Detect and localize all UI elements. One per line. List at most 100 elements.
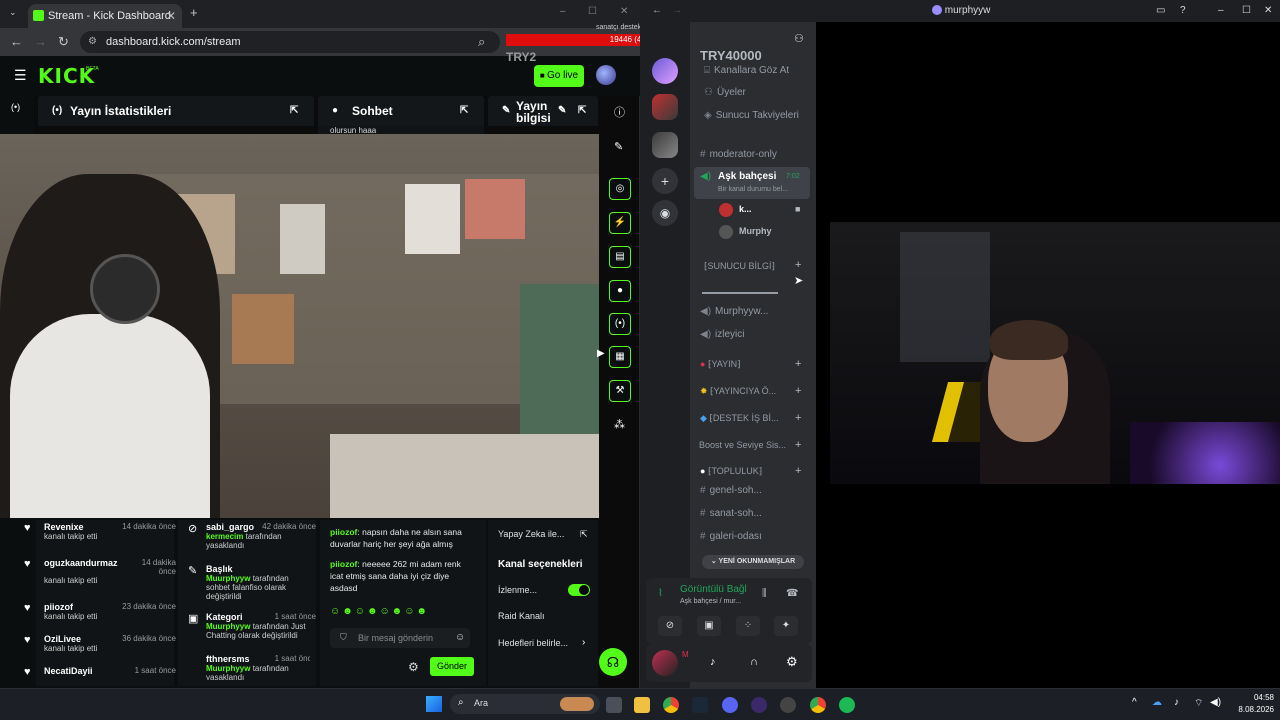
pencil-icon[interactable]: ✎ [614, 140, 623, 153]
chat-user[interactable]: piiozof [330, 559, 357, 569]
category-yayin[interactable]: ● ⁅YAYIN⁆ [700, 359, 741, 370]
add-channel-icon[interactable]: + [795, 412, 801, 424]
chrome-icon[interactable] [810, 697, 826, 713]
layout-button[interactable]: ▦ [609, 346, 631, 368]
steam-icon[interactable] [692, 697, 708, 713]
camera-off-button[interactable]: ⊘ [658, 616, 682, 636]
add-server-button[interactable]: + [652, 168, 678, 194]
system-clock[interactable]: 04:58 8.08.2026 [1230, 692, 1274, 716]
server-icon[interactable] [652, 58, 678, 84]
popout-icon[interactable]: ⇱ [460, 96, 468, 126]
close-tab-icon[interactable]: ✕ [166, 4, 176, 28]
discord-icon[interactable] [722, 697, 738, 713]
browser-tab[interactable]: Stream - Kick Dashboard ✕ [28, 4, 182, 28]
cloud-icon[interactable]: ☁ [1152, 697, 1162, 708]
voice-user[interactable]: Murphy [739, 226, 772, 236]
task-view-icon[interactable] [606, 697, 622, 713]
channel-ask-bahcesi[interactable]: ◀) Aşk bahçesi 7:02 Bir kanal durumu bel… [694, 167, 810, 199]
category-boost[interactable]: Boost ve Seviye Sis... [699, 440, 786, 450]
microphone-icon[interactable]: ♪ [710, 656, 716, 668]
maximize-button[interactable]: ☐ [1242, 0, 1251, 22]
wifi-icon[interactable]: ⌔ [1194, 697, 1203, 710]
emote-bar[interactable]: ☺☻☺☻☺☻☺☻ [330, 606, 476, 620]
volume-icon[interactable]: ◀) [1210, 697, 1221, 708]
invite-icon[interactable]: ⚇ [794, 32, 804, 45]
new-tab-button[interactable]: + [190, 5, 198, 20]
category-yayinciya[interactable]: ✸ ⁅YAYINCIYA Ö... [700, 386, 776, 397]
server-icon[interactable] [652, 132, 678, 158]
viewers-toggle[interactable] [568, 584, 590, 596]
edit-icon[interactable]: ✎ [558, 105, 566, 117]
send-button[interactable]: Gönder [430, 657, 474, 676]
notes-button[interactable]: ▤ [609, 246, 631, 268]
help-icon[interactable]: ? [1180, 0, 1186, 22]
emoji-icon[interactable]: ☺ [455, 632, 465, 643]
category-topluluk[interactable]: ● ⁅TOPLULUK⁆ [700, 466, 762, 477]
popout-icon[interactable]: ⇱ [290, 96, 298, 126]
screen-share-button[interactable]: ▣ [697, 616, 721, 636]
wrench-button[interactable]: ⚒ [609, 380, 631, 402]
apps-icon[interactable]: ⁂ [614, 418, 625, 431]
new-unreads-button[interactable]: ⌄ YENİ OKUNMAMIŞLAR [702, 555, 804, 569]
close-window-button[interactable]: ✕ [620, 6, 628, 17]
waveform-icon[interactable]: ⫼ [762, 588, 767, 599]
raid-item[interactable]: Raid Kanalı [498, 611, 545, 621]
reload-icon[interactable]: ↻ [58, 34, 69, 50]
add-channel-icon[interactable]: + [795, 465, 801, 477]
back-icon[interactable]: ← [652, 0, 662, 22]
server-icon[interactable] [652, 94, 678, 120]
back-icon[interactable]: ← [10, 34, 23, 49]
menu-icon[interactable]: ☰ [14, 67, 27, 84]
channel-galeri[interactable]: # galeri-odası [700, 531, 762, 542]
channel-sanat[interactable]: # sanat-soh... [700, 508, 762, 519]
server-name[interactable]: TRY40000 [700, 48, 762, 63]
browse-channels-item[interactable]: ⌸ Kanallara Göz At [704, 65, 789, 76]
members-item[interactable]: ⚇ Üyeler [704, 87, 746, 98]
category-sunucu-bilgi[interactable]: ⁅SUNUCU BİLGİ⁆ [704, 261, 775, 272]
goals-item[interactable]: Hedefleri belirle... [498, 638, 568, 648]
spotify-icon[interactable] [839, 697, 855, 713]
broadcast-button[interactable]: (•) [609, 313, 631, 335]
add-channel-icon[interactable]: + [795, 439, 801, 451]
minimize-button[interactable]: – [560, 6, 566, 17]
chat-user[interactable]: piiozof [330, 527, 357, 537]
activities-button[interactable]: ⁘ [736, 616, 760, 636]
avatar[interactable] [596, 65, 616, 85]
add-channel-icon[interactable]: + [795, 358, 801, 370]
chrome-icon[interactable] [663, 697, 679, 713]
zoom-icon[interactable]: ⌕ [478, 34, 485, 50]
voice-user[interactable]: k... [739, 204, 752, 214]
add-channel-icon[interactable]: + [795, 385, 801, 397]
forward-icon[interactable]: → [34, 34, 47, 49]
tab-list-icon[interactable]: ⌄ [9, 7, 17, 18]
settings-icon[interactable]: ⚙ [786, 654, 798, 670]
headphones-icon[interactable]: ∩ [750, 656, 758, 668]
discover-icon[interactable]: ◉ [652, 200, 678, 226]
site-info-icon[interactable]: ⚙ [88, 31, 97, 53]
chat-button[interactable]: ● [609, 280, 631, 302]
search-box[interactable]: ⌕ Ara [450, 694, 600, 714]
external-link-icon[interactable]: ⇱ [580, 529, 588, 540]
category-destek[interactable]: ◆ ⁅DESTEK İŞ Bİ... [700, 413, 778, 424]
ai-item[interactable]: Yapay Zeka ile... [498, 529, 564, 539]
tray-chevron-icon[interactable]: ^ [1132, 697, 1137, 708]
voice-channel[interactable]: ◀) izleyici [700, 329, 744, 340]
file-explorer-icon[interactable] [634, 697, 650, 713]
channel-genel[interactable]: # genel-soh... [700, 485, 762, 496]
chat-input[interactable]: ⛉ Bir mesaj gönderin ☺ [330, 628, 470, 648]
settings-icon[interactable]: ⚙ [408, 660, 419, 674]
collapse-handle-icon[interactable]: ▶ [597, 348, 605, 359]
obs-icon[interactable] [751, 697, 767, 713]
go-live-button[interactable]: ■ Go live [534, 65, 584, 87]
close-window-button[interactable]: ✕ [1264, 0, 1272, 22]
add-channel-icon[interactable]: + [795, 259, 801, 271]
lightning-button[interactable]: ⚡ [609, 212, 631, 234]
url-field[interactable]: ⚙ dashboard.kick.com/stream [80, 31, 500, 53]
minimize-button[interactable]: – [1218, 0, 1224, 22]
voice-channel[interactable]: ◀) Murphyyw... [700, 306, 768, 317]
inbox-icon[interactable]: ▭ [1156, 0, 1165, 22]
moderation-button[interactable]: ◎ [609, 178, 631, 200]
boosts-item[interactable]: ◈ Sunucu Takviyeleri [704, 110, 799, 121]
popout-icon[interactable]: ⇱ [578, 105, 586, 117]
soundboard-button[interactable]: ✦ [774, 616, 798, 636]
